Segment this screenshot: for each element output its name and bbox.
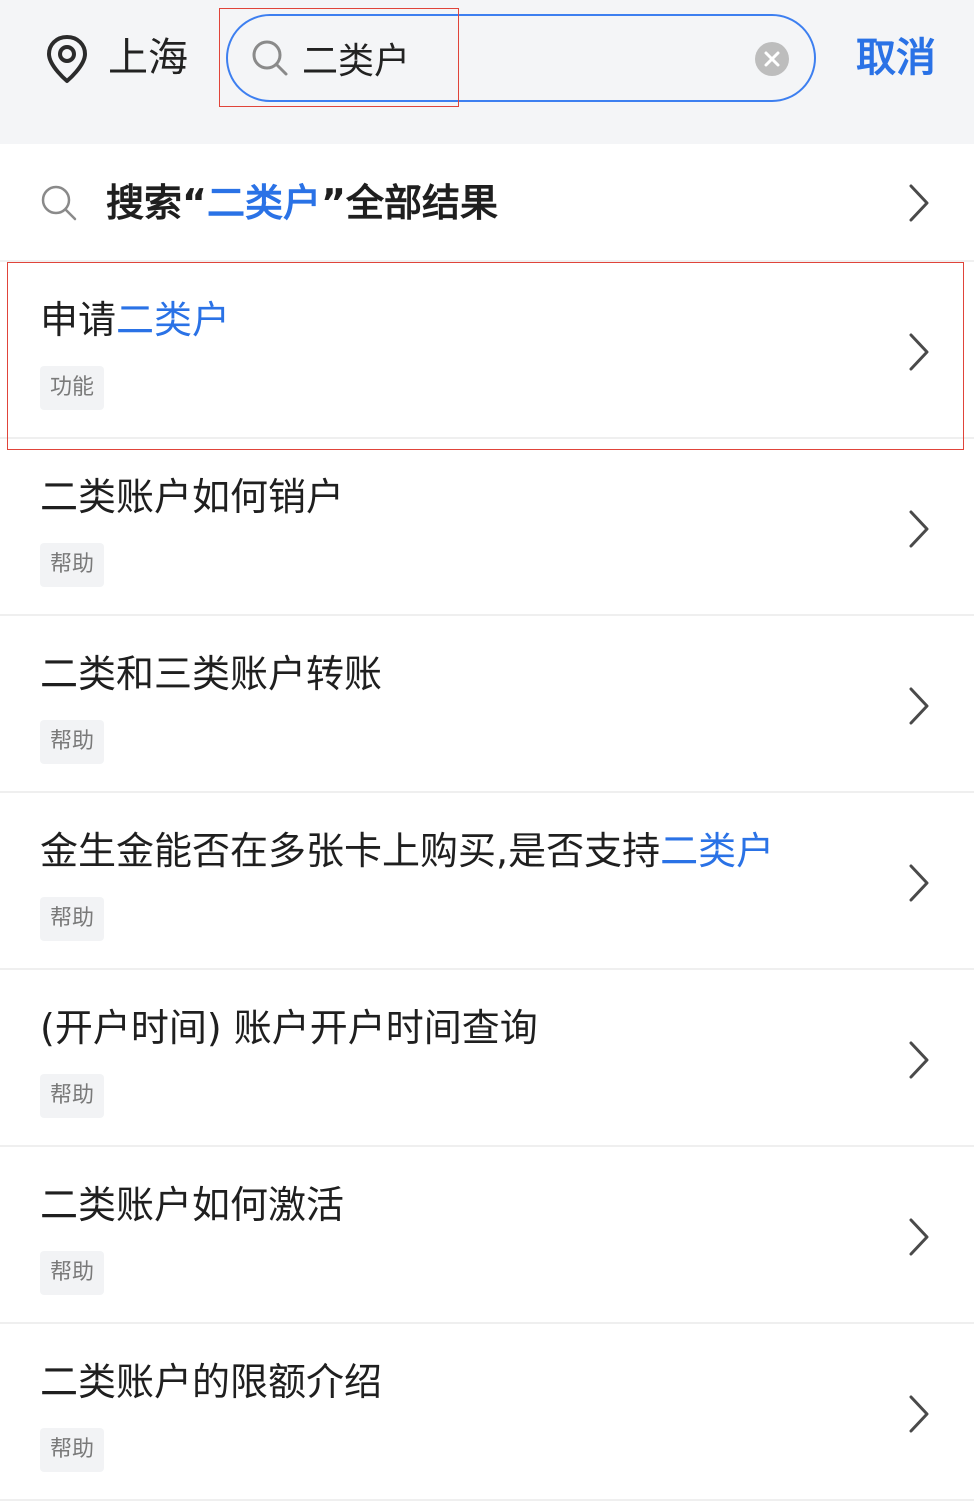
search-bar[interactable] <box>226 14 816 102</box>
chevron-right-icon <box>909 864 929 902</box>
result-title: 二类账户如何销户 <box>40 469 344 525</box>
search-header: 上海 取消 <box>0 0 974 144</box>
search-all-results-row[interactable]: 搜索“二类户”全部结果 <box>0 144 974 262</box>
result-title-text: 二类和三类账户转账 <box>40 652 383 696</box>
result-title-text: 金生金能否在多张卡上购买,是否支持 <box>40 829 661 873</box>
list-item[interactable]: 二类和三类账户转账 帮助 <box>0 616 974 793</box>
result-title-text: 二类账户如何销户 <box>40 475 345 519</box>
chevron-right-icon <box>909 333 929 371</box>
location-pin-icon[interactable] <box>44 34 90 84</box>
list-item[interactable]: 二类账户如何激活 帮助 <box>0 1147 974 1324</box>
list-item[interactable]: 申请二类户 功能 <box>0 262 974 439</box>
result-list: 申请二类户 功能 二类账户如何销户 帮助 二类和三类账户转账 帮助 金生金能否在… <box>0 262 974 1501</box>
search-all-keyword: 二类户 <box>206 181 321 225</box>
result-title: 二类账户如何激活 <box>40 1177 344 1233</box>
result-title: 二类账户的限额介绍 <box>40 1354 382 1410</box>
list-item[interactable]: (开户时间) 账户开户时间查询 帮助 <box>0 970 974 1147</box>
search-input[interactable] <box>302 32 732 84</box>
result-category-badge: 帮助 <box>40 1428 105 1472</box>
result-category-badge: 帮助 <box>40 897 105 941</box>
result-title-text: (开户时间) 账户开户时间查询 <box>40 1006 538 1050</box>
list-item[interactable]: 二类账户的限额介绍 帮助 <box>0 1324 974 1501</box>
chevron-right-icon <box>909 1218 929 1256</box>
result-title: 申请二类户 <box>40 292 230 348</box>
chevron-right-icon <box>909 687 929 725</box>
clear-circle-icon[interactable] <box>754 41 790 77</box>
list-item[interactable]: 金生金能否在多张卡上购买,是否支持二类户 帮助 <box>0 793 974 970</box>
cancel-button[interactable]: 取消 <box>856 32 936 84</box>
result-title: 金生金能否在多张卡上购买,是否支持二类户 <box>40 823 774 879</box>
result-category-badge: 功能 <box>40 366 105 410</box>
search-icon <box>252 40 288 76</box>
chevron-right-icon <box>909 1395 929 1433</box>
list-item[interactable]: 二类账户如何销户 帮助 <box>0 439 974 616</box>
result-title-highlight: 二类户 <box>116 298 231 342</box>
result-title-highlight: 二类户 <box>660 829 775 873</box>
result-category-badge: 帮助 <box>40 1251 105 1295</box>
result-category-badge: 帮助 <box>40 720 105 764</box>
result-title: 二类和三类账户转账 <box>40 646 382 702</box>
chevron-right-icon <box>909 1041 929 1079</box>
search-icon <box>41 185 77 221</box>
result-title-text: 二类账户如何激活 <box>40 1183 345 1227</box>
chevron-right-icon <box>909 510 929 548</box>
result-title-text: 二类账户的限额介绍 <box>40 1360 383 1404</box>
result-title-text: 申请 <box>40 298 117 342</box>
result-title: (开户时间) 账户开户时间查询 <box>40 1000 538 1056</box>
search-all-prefix: 搜索“ <box>106 181 207 225</box>
search-all-label: 搜索“二类户”全部结果 <box>106 176 498 230</box>
result-category-badge: 帮助 <box>40 1074 105 1118</box>
search-all-suffix: ”全部结果 <box>321 181 498 225</box>
city-label[interactable]: 上海 <box>108 30 188 86</box>
result-category-badge: 帮助 <box>40 543 105 587</box>
chevron-right-icon <box>909 184 929 222</box>
